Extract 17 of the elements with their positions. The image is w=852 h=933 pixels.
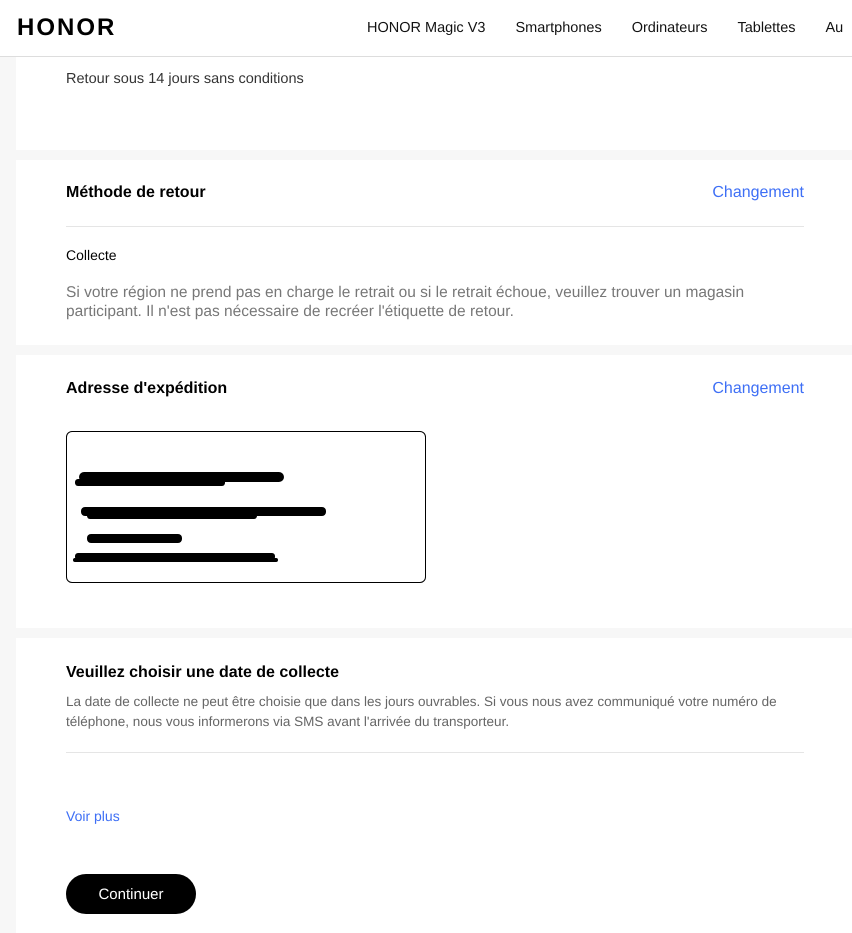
return-method-note: Si votre région ne prend pas en charge le retrait ou si le retrait échoue, veuillez trouver un magasin participant. Il n'est pas nécessaire de recréer l'étiquette de retour.: [66, 283, 746, 321]
nav-link[interactable]: Tablettes: [737, 20, 796, 36]
change-link[interactable]: Changement: [712, 380, 804, 398]
section-title: Méthode de retour: [66, 184, 206, 202]
continue-button[interactable]: Continuer: [66, 874, 196, 914]
pickup-date-description: La date de collecte ne peut être choisie que dans les jours ouvrables. Si vous nous avez communiqué votre numéro de téléphone, nous vous informerons via SMS avant l'arrivée du transporteur.: [66, 693, 778, 731]
section-title: Adresse d'expédition: [66, 380, 228, 398]
section-title: Veuillez choisir une date de collecte: [66, 663, 340, 682]
brand-logo[interactable]: HONOR: [17, 14, 367, 42]
return-method-value: Collecte: [66, 247, 118, 263]
see-more-link[interactable]: Voir plus: [66, 808, 120, 824]
return-policy-text: Retour sous 14 jours sans conditions: [66, 71, 305, 87]
nav-link[interactable]: Smartphones: [515, 20, 602, 36]
change-link[interactable]: Changement: [712, 184, 804, 202]
nav-link[interactable]: Au: [826, 20, 844, 36]
nav-link[interactable]: HONOR Magic V3: [367, 20, 486, 36]
nav-link[interactable]: Ordinateurs: [632, 20, 708, 36]
